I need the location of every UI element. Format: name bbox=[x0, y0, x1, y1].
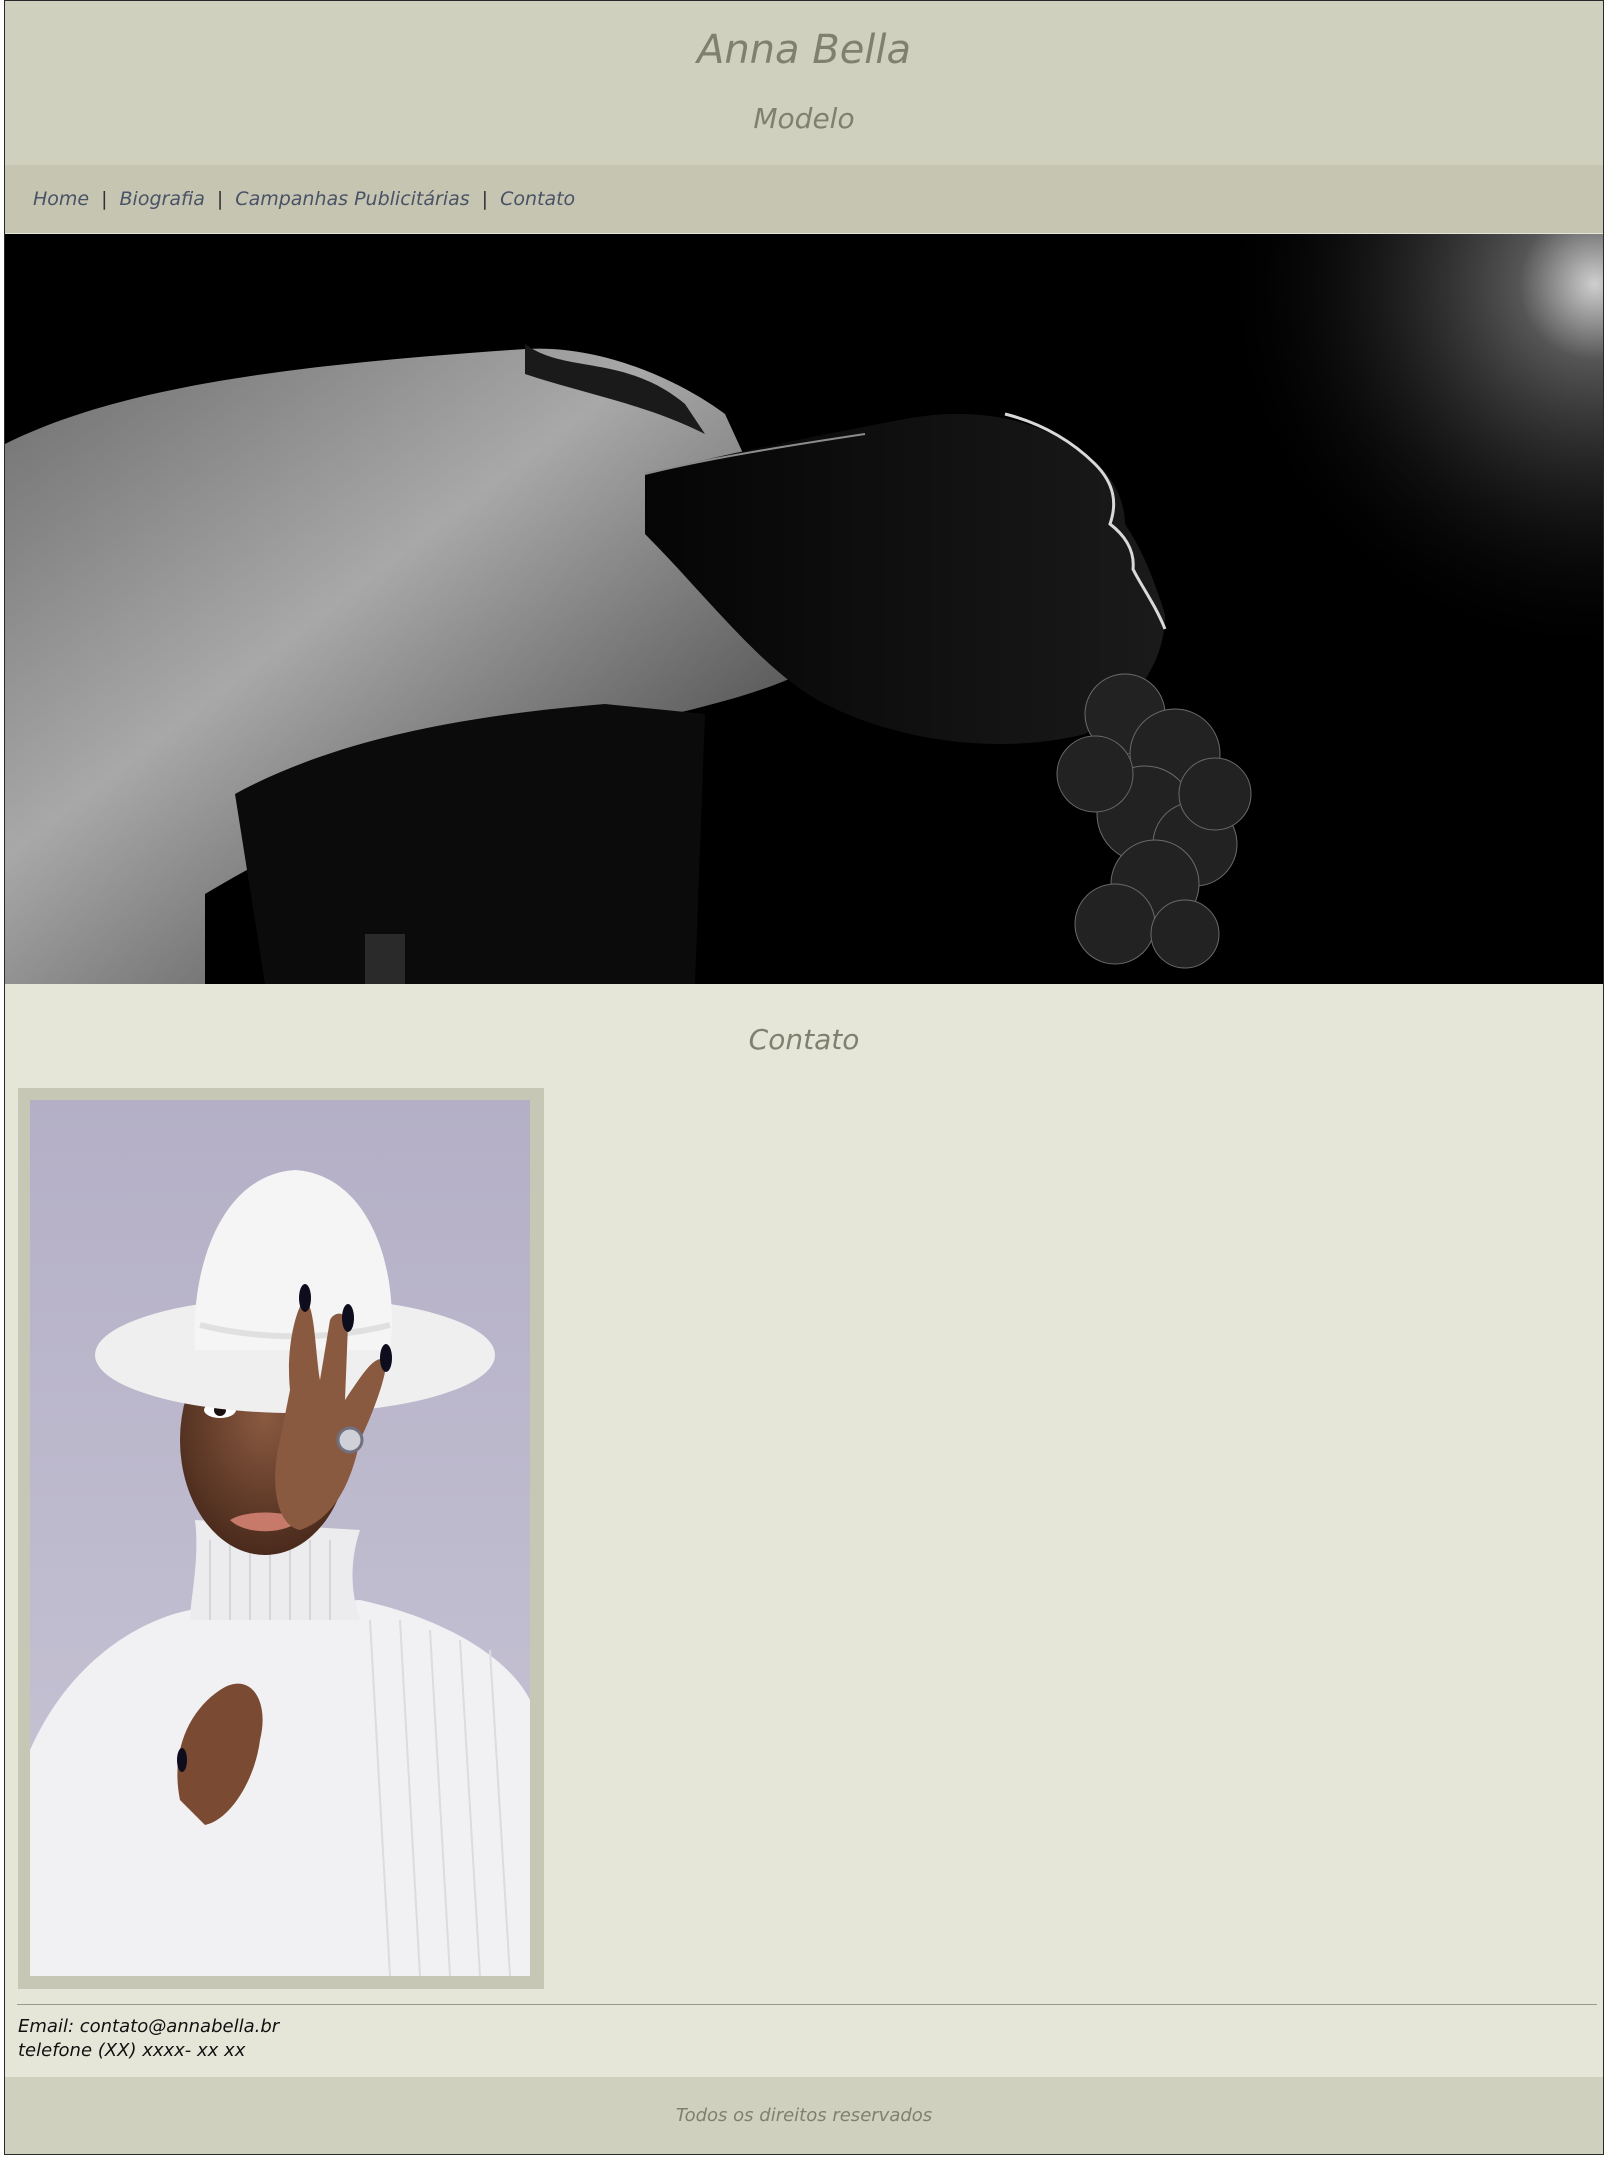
nav-link-contato[interactable]: Contato bbox=[500, 188, 575, 210]
site-title: Anna Bella bbox=[696, 27, 912, 73]
nav-separator: | bbox=[481, 188, 489, 210]
section-title: Contato bbox=[748, 1023, 860, 1056]
site-subtitle: Modelo bbox=[753, 102, 855, 135]
portrait-image bbox=[30, 1100, 530, 1976]
nav-separator: | bbox=[101, 188, 108, 210]
site-header: Anna Bella Modelo bbox=[5, 1, 1603, 165]
nav-separator: | bbox=[216, 188, 224, 210]
main-nav: Home | Biografia | Campanhas Publicitári… bbox=[5, 165, 1603, 233]
page: Anna Bella Modelo Home | Biografia | Cam… bbox=[4, 0, 1604, 2155]
hero-image bbox=[5, 234, 1603, 984]
contact-phone: telefone (XX) xxxx- xx xx bbox=[18, 2040, 246, 2061]
site-footer: Todos os direitos reservados bbox=[5, 2077, 1603, 2154]
nav-link-biografia[interactable]: Biografia bbox=[120, 188, 205, 210]
divider bbox=[17, 2004, 1597, 2005]
nav-link-home[interactable]: Home bbox=[33, 188, 89, 210]
footer-text: Todos os direitos reservados bbox=[675, 2105, 933, 2126]
portrait-frame bbox=[18, 1088, 544, 1989]
contact-email: Email: contato@annabella.br bbox=[18, 2016, 280, 2037]
nav-link-campanhas[interactable]: Campanhas Publicitárias bbox=[235, 188, 469, 210]
